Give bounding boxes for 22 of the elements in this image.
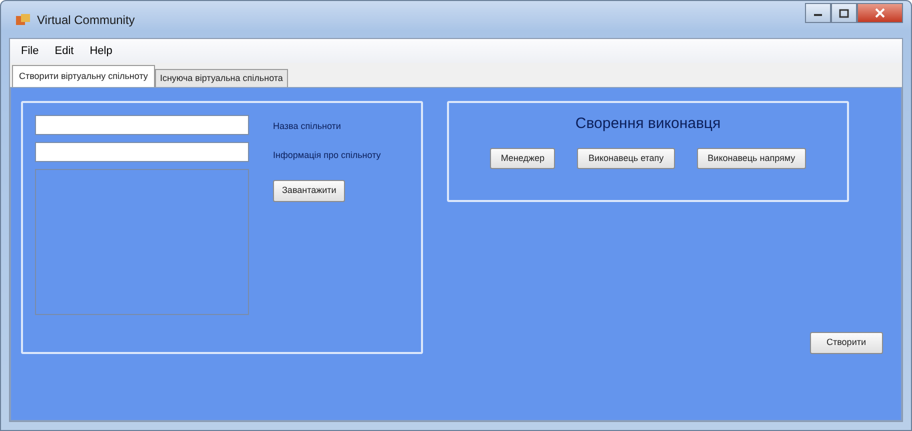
community-name-field[interactable] bbox=[35, 115, 249, 135]
menu-item[interactable]: Edit bbox=[48, 40, 81, 62]
group-title: Сворення виконавця bbox=[575, 114, 721, 134]
field-label: Назва спільноти bbox=[273, 120, 341, 133]
performer-button[interactable]: Виконавець етапу bbox=[577, 148, 675, 169]
performer-button[interactable]: Виконавець напряму bbox=[696, 148, 806, 169]
close-button[interactable] bbox=[857, 3, 903, 23]
maximize-button[interactable] bbox=[831, 3, 857, 23]
load-button[interactable]: Завантажити bbox=[273, 180, 346, 202]
field-label: Інформація про спільноту bbox=[273, 148, 381, 162]
menu-item[interactable]: File bbox=[14, 40, 46, 62]
tab[interactable]: Створити віртуальну спільноту bbox=[12, 64, 155, 87]
window-title: Virtual Community bbox=[37, 12, 135, 28]
menu-item[interactable]: Help bbox=[82, 40, 120, 62]
minimize-button[interactable] bbox=[805, 3, 831, 23]
performer-button[interactable]: Менеджер bbox=[490, 148, 556, 169]
community-info-field[interactable] bbox=[35, 142, 249, 162]
maximize-icon bbox=[839, 8, 849, 18]
app-icon bbox=[15, 12, 31, 26]
tab[interactable]: Існуюча віртуальна спільнота bbox=[154, 68, 288, 87]
close-icon bbox=[875, 8, 885, 18]
create-button[interactable]: Створити bbox=[810, 332, 883, 354]
